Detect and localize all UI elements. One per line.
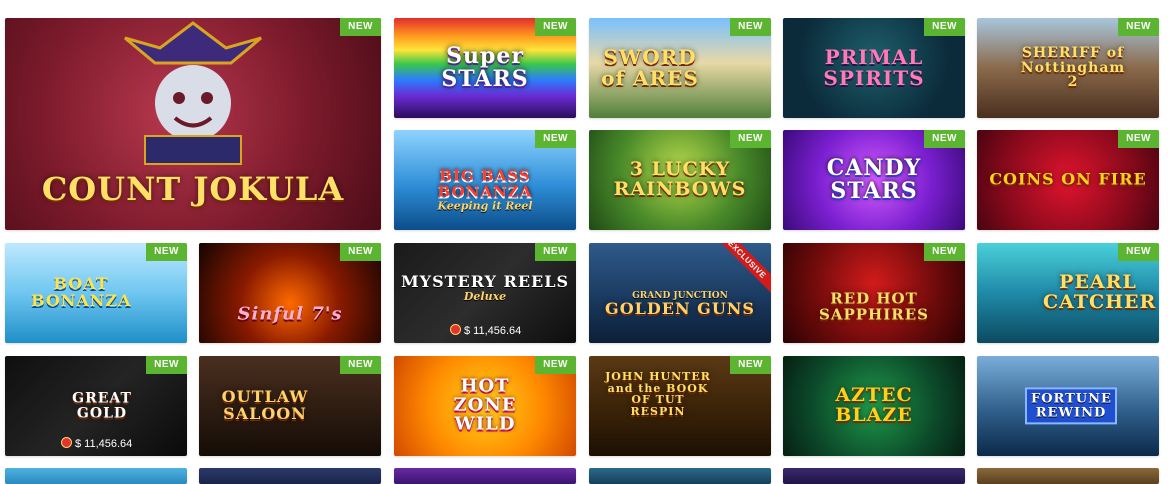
- coin-icon: [61, 437, 72, 448]
- game-tile-sword-of-ares[interactable]: SWORD of ARES NEW: [589, 18, 771, 118]
- games-grid: COUNT JOKULA NEW Super STARS NEW SWORD o…: [0, 0, 1168, 484]
- new-badge: NEW: [730, 18, 771, 36]
- game-title: BIG BASS BONANZA Keeping it Reel: [394, 168, 576, 211]
- game-tile-outlaw-saloon[interactable]: OUTLAW SALOON NEW: [199, 356, 381, 456]
- jackpot-amount: $ 11,456.64: [61, 437, 187, 450]
- game-tile-partial[interactable]: [394, 468, 576, 484]
- new-badge: NEW: [1118, 18, 1159, 36]
- game-title: PEARL CATCHER: [1043, 271, 1157, 313]
- game-title: GREAT GOLD: [72, 390, 132, 421]
- game-title: AZTEC BLAZE: [835, 384, 913, 426]
- game-tile-pearl-catcher[interactable]: PEARL CATCHER NEW: [977, 243, 1159, 343]
- new-badge: NEW: [340, 18, 381, 36]
- game-title: BOAT BONANZA: [31, 274, 132, 310]
- game-tile-aztec-blaze[interactable]: AZTEC BLAZE: [783, 356, 965, 456]
- game-tile-partial[interactable]: [5, 468, 187, 484]
- game-tile-boat-bonanza[interactable]: BOAT BONANZA NEW: [5, 243, 187, 343]
- new-badge: NEW: [340, 356, 381, 374]
- coin-icon: [450, 324, 461, 335]
- game-title: Super STARS: [441, 42, 529, 92]
- game-title-text: GOLDEN GUNS: [605, 299, 755, 319]
- game-title: OUTLAW SALOON: [221, 387, 309, 423]
- game-title-text: BIG BASS BONANZA: [437, 166, 533, 201]
- game-tile-coins-on-fire[interactable]: COINS ON FIRE NEW: [977, 130, 1159, 230]
- game-tile-red-hot-sapphires[interactable]: RED HOT SAPPHIRES NEW: [783, 243, 965, 343]
- game-tile-super-stars[interactable]: Super STARS NEW: [394, 18, 576, 118]
- game-title: COUNT JOKULA: [41, 170, 345, 209]
- game-tile-sheriff-nottingham[interactable]: SHERIFF of Nottingham 2 NEW: [977, 18, 1159, 118]
- new-badge: NEW: [1118, 243, 1159, 261]
- game-title: Sinful 7's: [237, 303, 343, 325]
- game-title: HOT ZONE WILD: [453, 375, 517, 435]
- game-tile-sinful-7s[interactable]: Sinful 7's NEW: [199, 243, 381, 343]
- game-tile-partial[interactable]: [977, 468, 1159, 484]
- game-tile-count-jokula[interactable]: COUNT JOKULA NEW: [5, 18, 381, 230]
- new-badge: NEW: [146, 356, 187, 374]
- new-badge: NEW: [535, 243, 576, 261]
- game-tile-golden-guns[interactable]: GRAND JUNCTION GOLDEN GUNS EXCLUSIVE: [589, 243, 771, 343]
- game-tile-partial[interactable]: [783, 468, 965, 484]
- game-title: GRAND JUNCTION GOLDEN GUNS: [589, 291, 771, 319]
- new-badge: NEW: [535, 18, 576, 36]
- game-title: SHERIFF of Nottingham 2: [1020, 44, 1126, 91]
- game-title: COINS ON FIRE: [989, 169, 1147, 189]
- game-tile-big-bass-bonanza[interactable]: BIG BASS BONANZA Keeping it Reel NEW: [394, 130, 576, 230]
- game-subtitle: Deluxe: [463, 289, 507, 303]
- jackpot-value: $ 11,456.64: [75, 438, 133, 450]
- new-badge: NEW: [730, 130, 771, 148]
- game-title-text: MYSTERY REELS: [400, 271, 570, 291]
- new-badge: NEW: [924, 130, 965, 148]
- new-badge: NEW: [730, 356, 771, 374]
- jackpot-value: $ 11,456.64: [464, 325, 522, 337]
- new-badge: NEW: [1118, 130, 1159, 148]
- game-title: CANDY STARS: [826, 154, 922, 204]
- game-title: RED HOT SAPPHIRES: [819, 289, 929, 323]
- game-tile-john-hunter-book-of-tut[interactable]: JOHN HUNTER and the BOOK OF TUT RESPIN N…: [589, 356, 771, 456]
- game-tile-primal-spirits[interactable]: PRIMAL SPIRITS NEW: [783, 18, 965, 118]
- game-tile-partial[interactable]: [589, 468, 771, 484]
- game-tile-candy-stars[interactable]: CANDY STARS NEW: [783, 130, 965, 230]
- new-badge: NEW: [924, 243, 965, 261]
- game-title: SWORD of ARES: [601, 45, 699, 90]
- game-title: JOHN HUNTER and the BOOK OF TUT RESPIN: [605, 369, 711, 418]
- game-title: FORTUNE REWIND: [1025, 387, 1117, 425]
- new-badge: NEW: [340, 243, 381, 261]
- new-badge: NEW: [924, 18, 965, 36]
- game-tile-fortune-rewind[interactable]: FORTUNE REWIND: [977, 356, 1159, 456]
- new-badge: NEW: [535, 130, 576, 148]
- game-tile-mystery-reels[interactable]: MYSTERY REELS Deluxe $ 11,456.64 NEW: [394, 243, 576, 343]
- game-title: PRIMAL SPIRITS: [823, 45, 925, 90]
- new-badge: NEW: [146, 243, 187, 261]
- game-title: MYSTERY REELS Deluxe: [394, 271, 576, 303]
- new-badge: NEW: [535, 356, 576, 374]
- game-subtitle: Keeping it Reel: [437, 198, 533, 212]
- game-tile-3-lucky-rainbows[interactable]: 3 LUCKY RAINBOWS NEW: [589, 130, 771, 230]
- game-tile-hot-zone-wild[interactable]: HOT ZONE WILD NEW: [394, 356, 576, 456]
- game-title: 3 LUCKY RAINBOWS: [613, 158, 747, 200]
- jackpot-amount: $ 11,456.64: [450, 324, 576, 337]
- game-tile-partial[interactable]: [199, 468, 381, 484]
- game-tile-great-gold[interactable]: GREAT GOLD $ 11,456.64 NEW: [5, 356, 187, 456]
